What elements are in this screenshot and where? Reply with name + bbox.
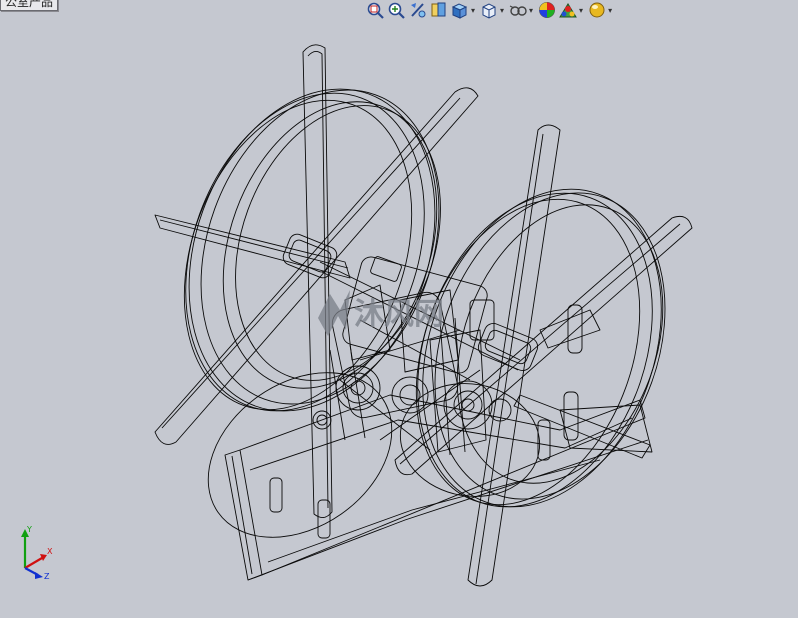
hide-show-items-icon[interactable]: ▾: [508, 0, 536, 20]
x-axis-arrow: [24, 554, 47, 569]
document-tag: 公室产品: [0, 0, 59, 11]
y-axis-label: Y: [26, 525, 32, 534]
view-settings-icon[interactable]: ▾: [587, 0, 615, 20]
posts: [269, 304, 601, 539]
previous-view-icon[interactable]: [408, 0, 428, 20]
section-view-icon[interactable]: [429, 0, 449, 20]
reference-triad: Y X Z: [21, 525, 53, 580]
graphics-area[interactable]: 公室产品 ▾ ▾ ▾ ▾ ▾ Y X Z: [0, 0, 798, 618]
wireframe-model[interactable]: [0, 0, 798, 618]
display-style-icon[interactable]: ▾: [479, 0, 507, 20]
x-axis-label: X: [47, 547, 53, 556]
z-axis-arrow: [24, 567, 43, 579]
apply-scene-icon[interactable]: ▾: [558, 0, 586, 20]
y-axis-arrow: [21, 529, 29, 568]
right-wheel: [415, 188, 666, 508]
left-wheel-paddles: [154, 44, 479, 518]
view-orientation-icon[interactable]: ▾: [450, 0, 478, 20]
zoom-to-area-icon[interactable]: [387, 0, 407, 20]
zoom-to-fit-icon[interactable]: [366, 0, 386, 20]
heads-up-view-toolbar: ▾ ▾ ▾ ▾ ▾: [366, 0, 615, 20]
edit-appearance-icon[interactable]: [537, 0, 557, 20]
base-plate: [207, 372, 653, 581]
z-axis-label: Z: [44, 572, 50, 580]
